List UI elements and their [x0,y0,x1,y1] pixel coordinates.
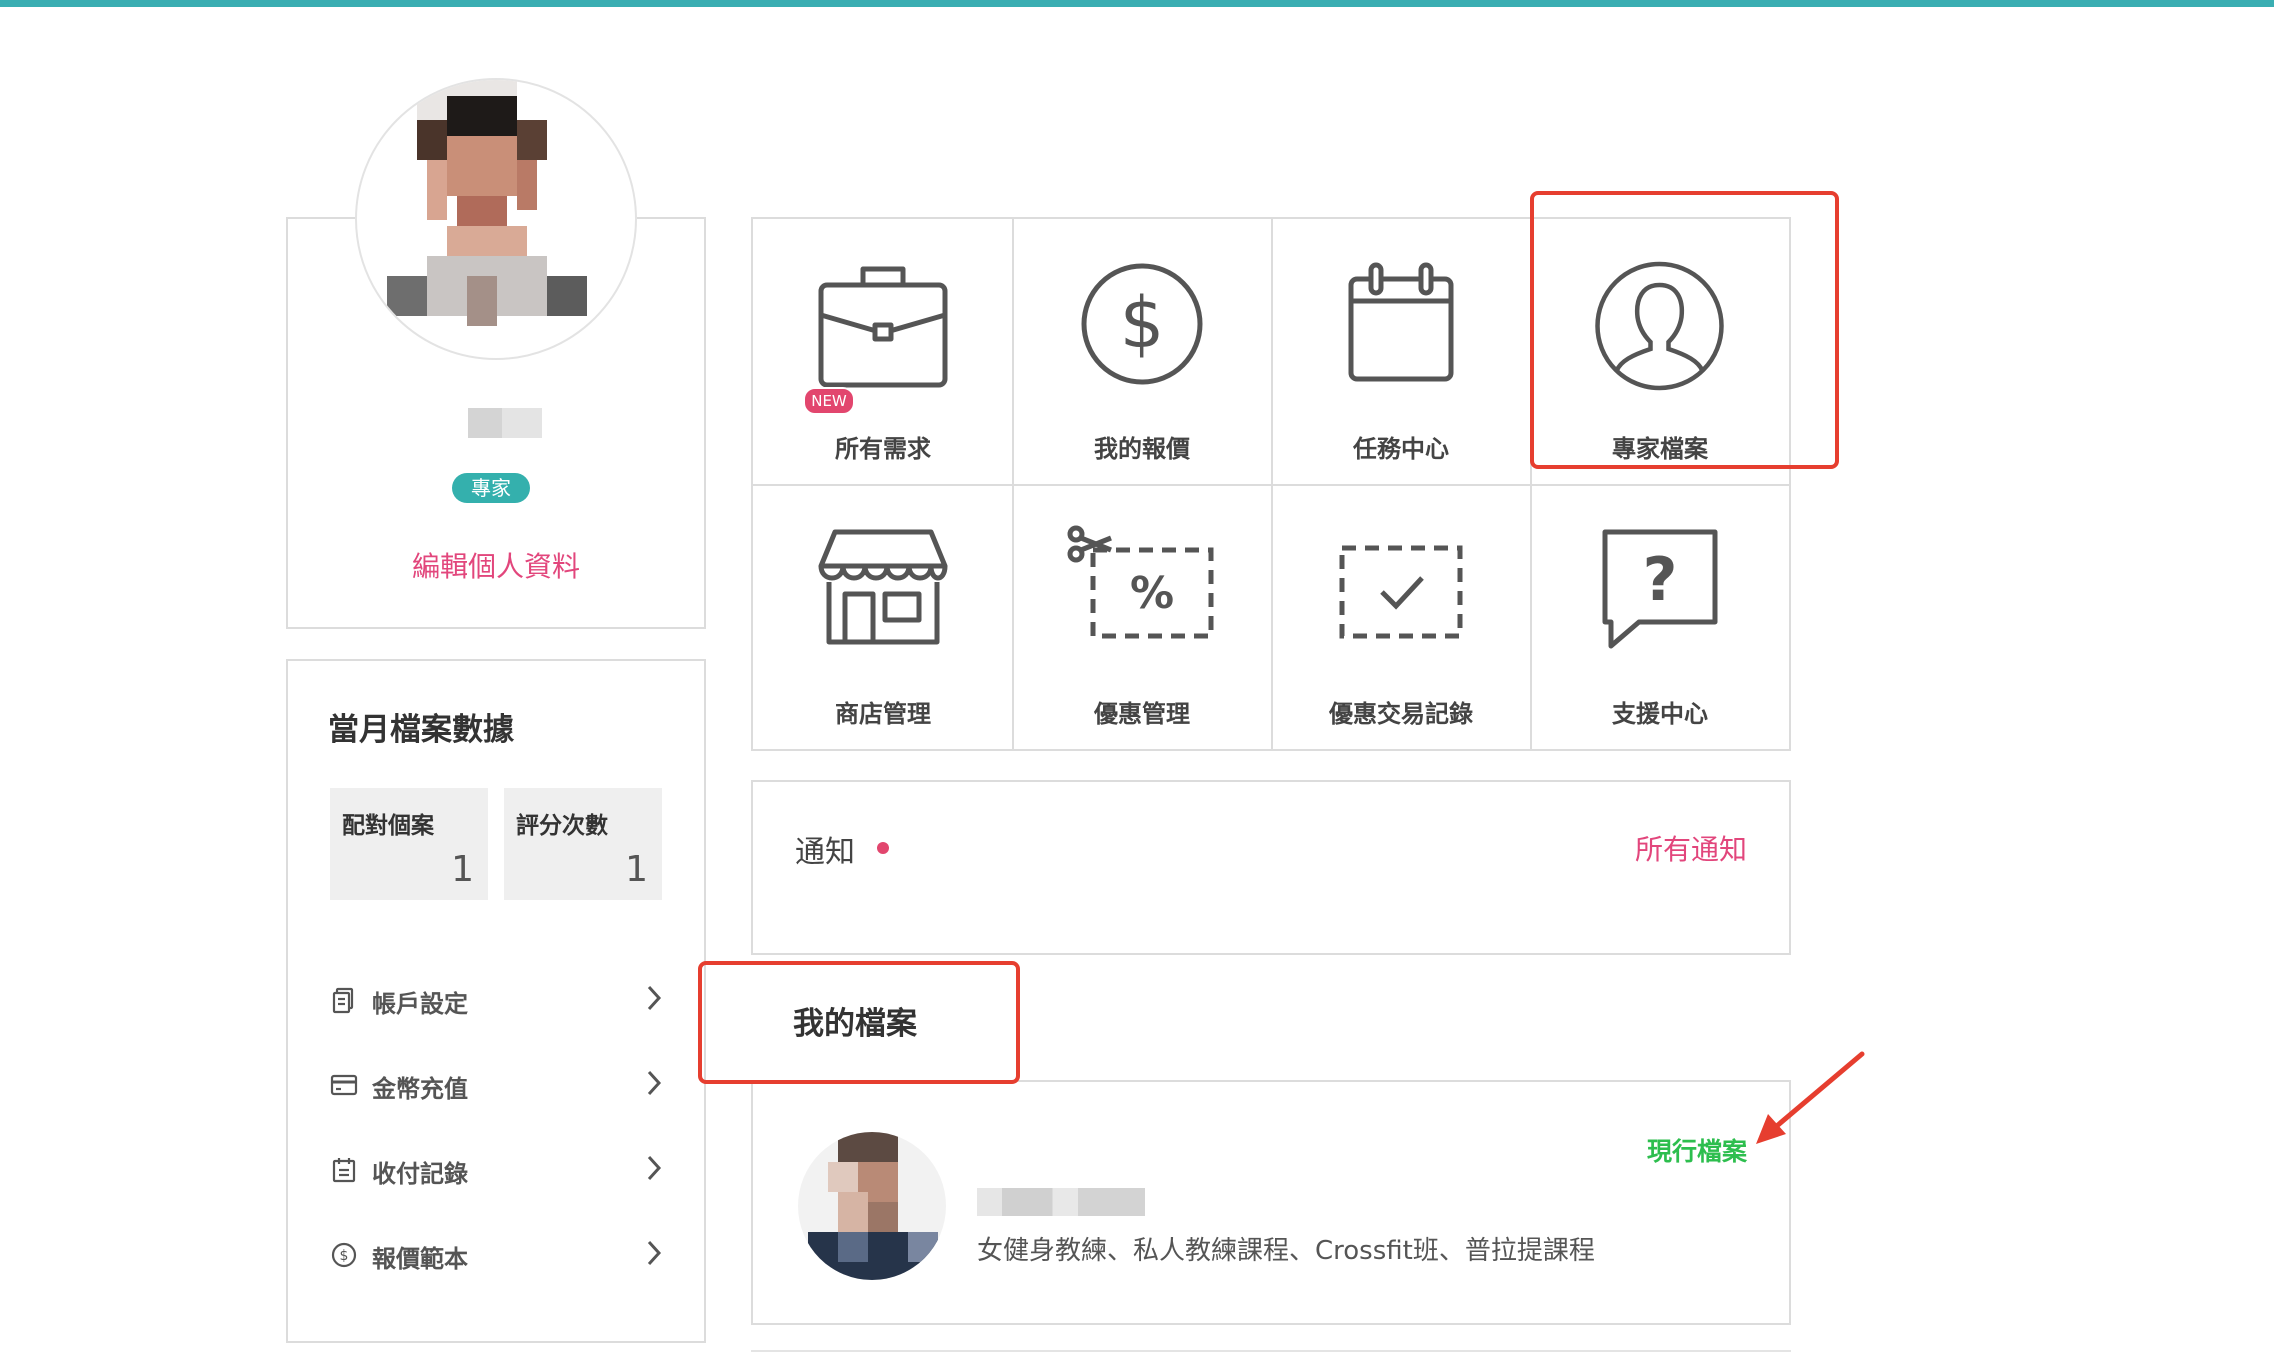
tile-label: 商店管理 [835,700,931,728]
menu-label: 報價範本 [372,1245,468,1273]
menu-item-account-settings[interactable]: 帳戶設定 [330,978,665,1028]
document-icon [332,987,354,1014]
svg-text:$: $ [1120,282,1165,364]
notifications-title: 通知 [795,835,855,870]
divider [751,1350,1791,1352]
menu-label: 收付記錄 [372,1160,468,1188]
menu-label: 金幣充值 [372,1075,468,1103]
file-avatar [798,1132,946,1280]
tile-label: 優惠管理 [1094,700,1190,728]
all-notifications-link[interactable]: 所有通知 [1635,828,1747,868]
user-name-blurred [468,408,542,438]
chevron-right-icon [647,1155,662,1181]
tile-support-center[interactable]: ? 支援中心 [1530,484,1790,749]
stat-box-ratings: 評分次數 1 [504,788,662,900]
tile-all-requests[interactable]: NEW 所有需求 [753,219,1013,484]
stat-box-matches: 配對個案 1 [330,788,488,900]
stat-value: 1 [451,849,474,890]
chevron-right-icon [647,1240,662,1266]
tile-task-center[interactable]: 任務中心 [1271,219,1531,484]
annotation-arrow-icon [1756,1051,1865,1144]
dollar-circle-icon: $ [331,1242,357,1268]
question-icon: ? [1602,529,1718,649]
chevron-right-icon [647,985,662,1011]
menu-label: 帳戶設定 [372,990,468,1018]
avatar[interactable] [355,78,637,360]
menu-item-quote-templates[interactable]: $ 報價範本 [330,1233,665,1283]
tile-label: 所有需求 [835,435,931,463]
store-icon [818,529,948,645]
chevron-right-icon [647,1070,662,1096]
unread-dot [877,842,889,854]
stats-title: 當月檔案數據 [328,712,514,748]
annotation-highlight-expert-profile [1530,191,1839,469]
tile-label: 優惠交易記錄 [1329,700,1473,728]
annotation-highlight-my-files [698,961,1020,1084]
coupon-percent-symbol: % [1130,568,1174,619]
briefcase-icon [818,266,948,388]
file-status-badge: 現行檔案 [1646,1137,1747,1166]
menu-item-coin-recharge[interactable]: 金幣充值 [330,1063,665,1113]
tile-label: 我的報價 [1094,435,1190,463]
coupon-icon: % [1067,525,1214,639]
new-badge: NEW [803,387,855,415]
checked-ticket-icon [1339,545,1463,639]
tile-store-management[interactable]: 商店管理 [753,484,1013,749]
credit-card-icon [330,1074,358,1096]
top-accent-bar [0,0,2274,7]
svg-text:$: $ [340,1248,349,1264]
edit-profile-link[interactable]: 編輯個人資料 [300,545,692,585]
tile-my-quotes[interactable]: $ 我的報價 [1012,219,1272,484]
menu-item-payment-records[interactable]: 收付記錄 [330,1148,665,1198]
tile-coupon-transactions[interactable]: 優惠交易記錄 [1271,484,1531,749]
file-tags: 女健身教練、私人教練課程、Crossfit班、普拉提課程 [977,1236,1595,1266]
calendar-icon [1348,262,1454,382]
notifications-card: 通知 所有通知 [751,780,1791,955]
tile-label: 支援中心 [1612,700,1708,728]
stat-label: 評分次數 [516,813,608,839]
stat-label: 配對個案 [342,813,434,839]
role-badge: 專家 [452,473,530,503]
file-card[interactable]: 現行檔案 女健身教練、私人教練課程、Crossfit班、普拉提課程 [751,1080,1791,1325]
file-name-blurred [977,1188,1145,1216]
tile-coupon-management[interactable]: % 優惠管理 [1012,484,1272,749]
question-symbol: ? [1643,545,1678,615]
calendar-record-icon [332,1158,356,1183]
dollar-icon: $ [1081,263,1203,385]
stat-value: 1 [625,849,648,890]
tile-label: 任務中心 [1353,435,1449,463]
